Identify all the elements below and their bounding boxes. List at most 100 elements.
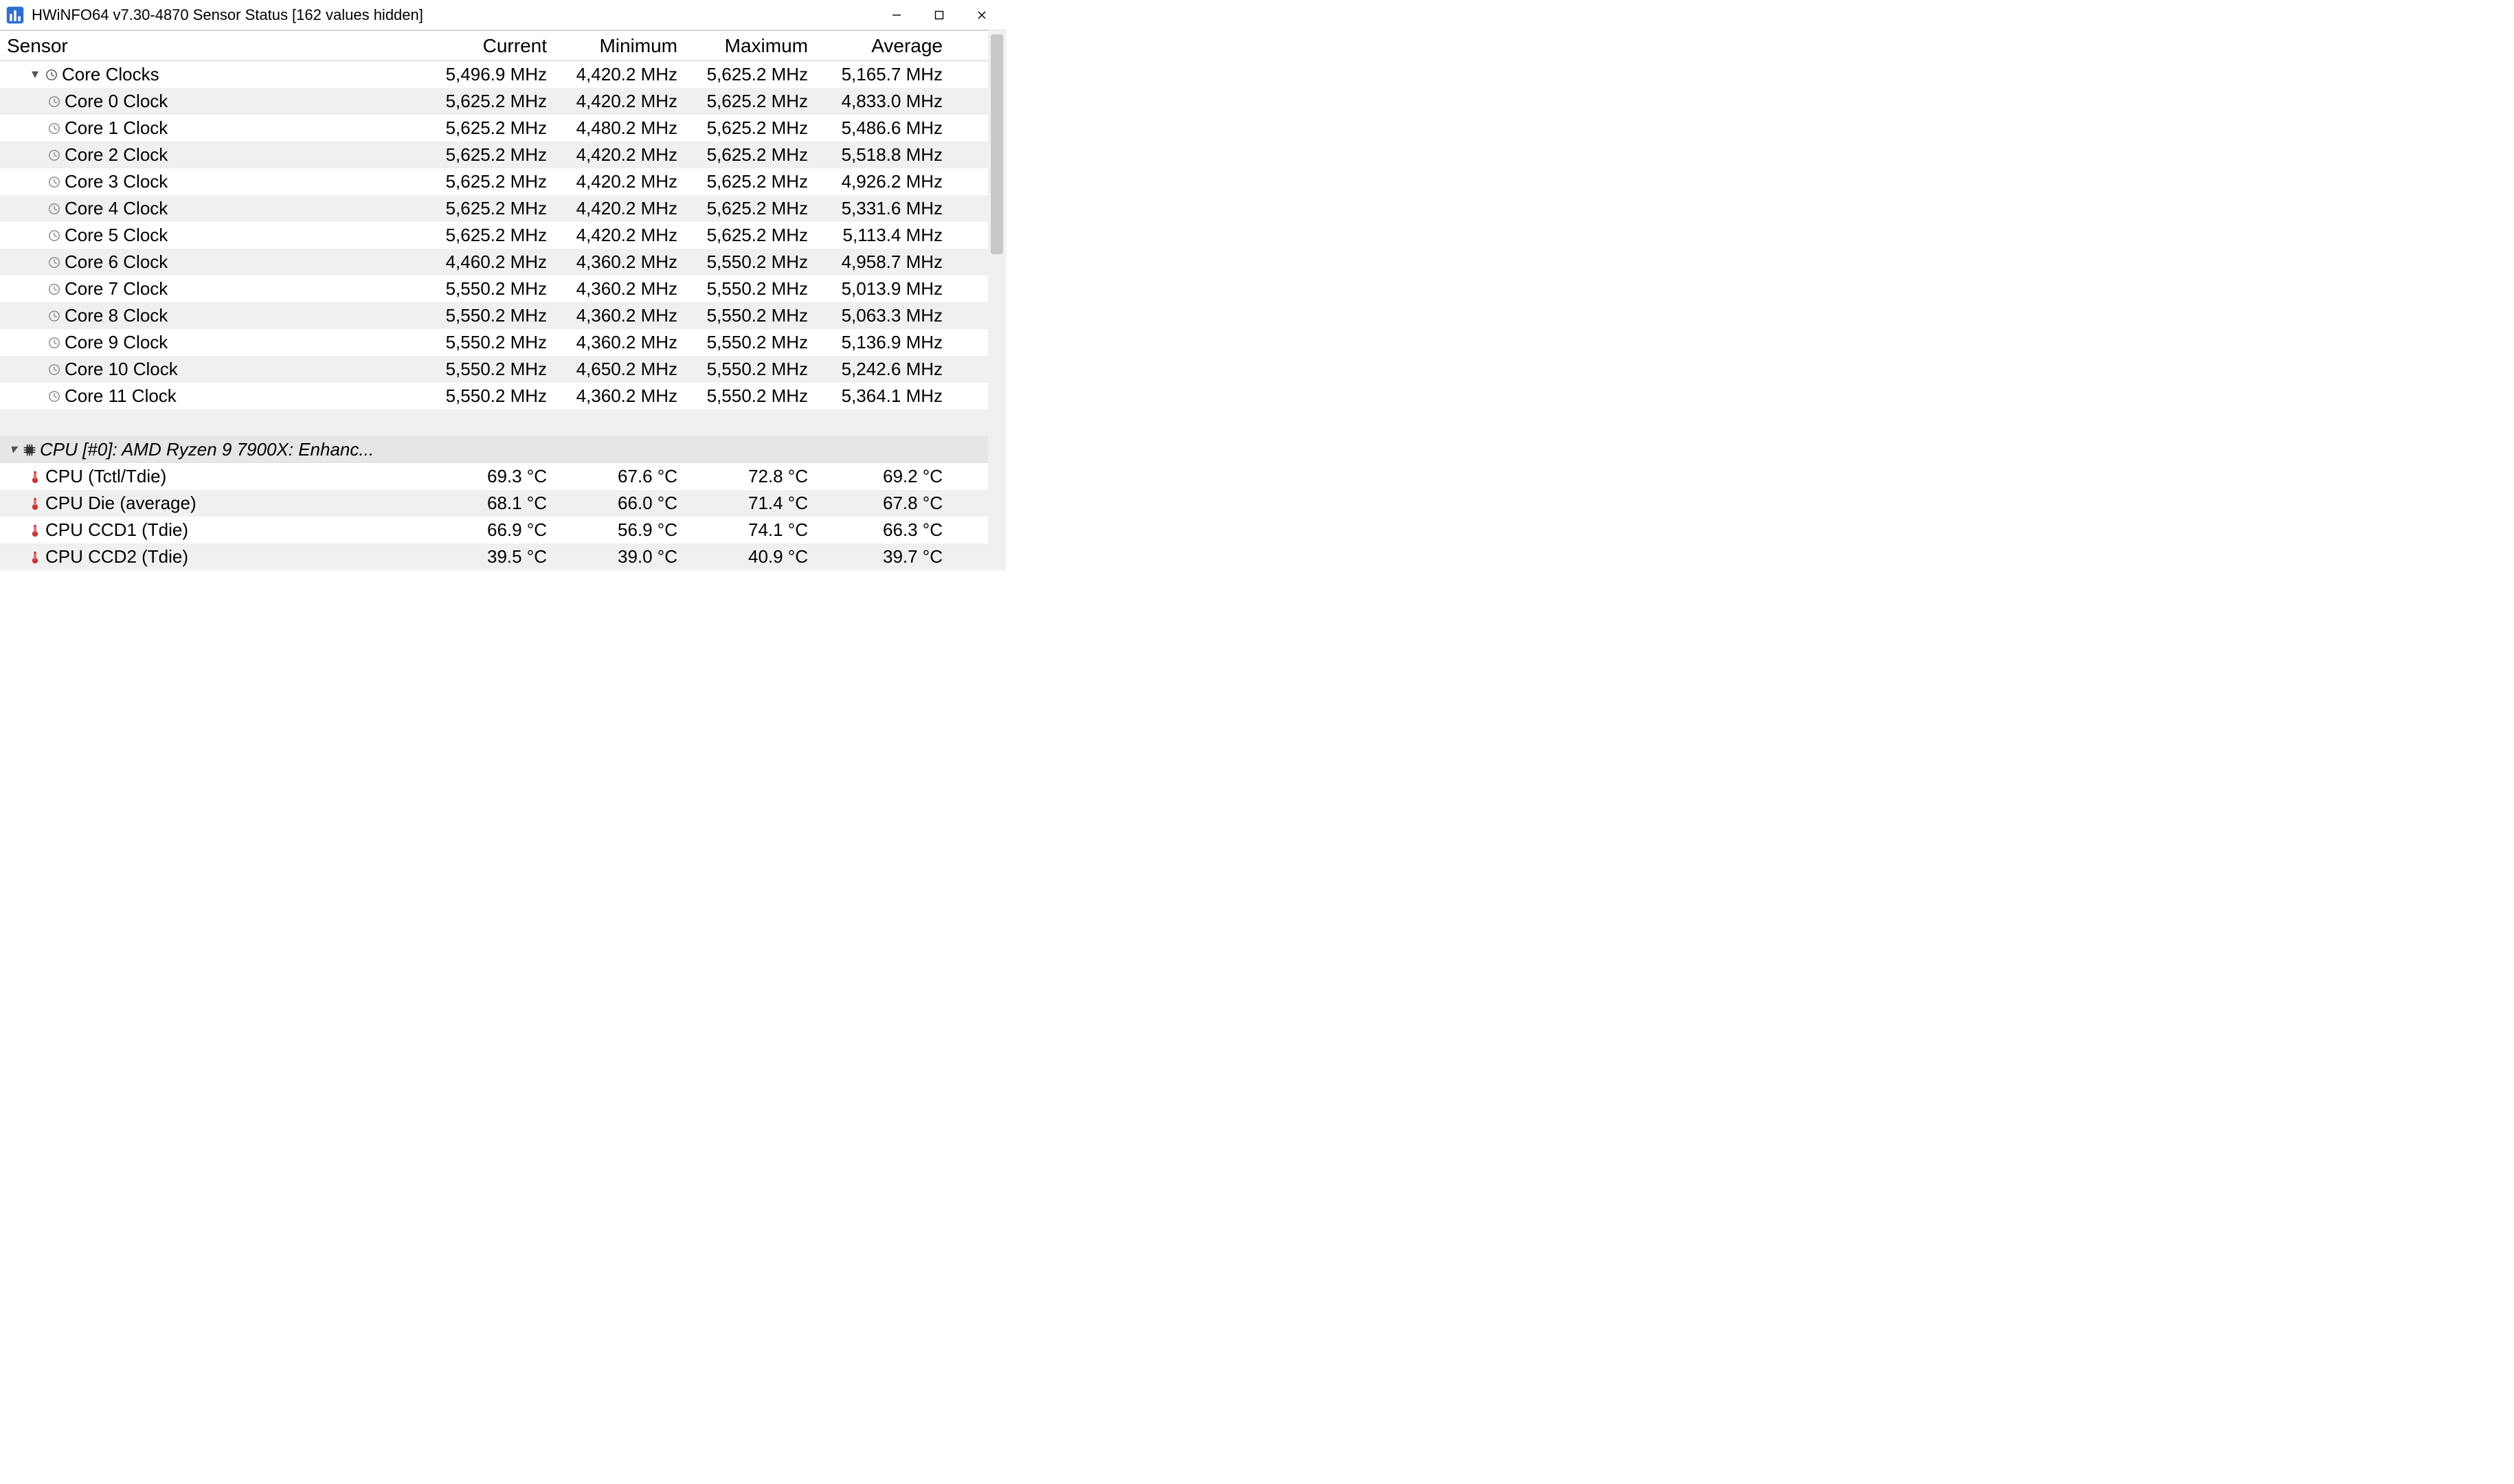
clock-icon [47,121,62,136]
cell-minimum: 4,650.2 MHz [561,356,691,383]
cell-current: 68.1 °C [430,490,561,517]
scrollbar-thumb[interactable] [991,34,1003,254]
sensor-label: Core 8 Clock [65,302,168,329]
minimize-button[interactable] [875,1,918,29]
clock-icon [47,228,62,243]
cell-current: 69.3 °C [430,463,561,490]
cell-maximum: 5,625.2 MHz [691,142,822,168]
sensor-row-temperature[interactable]: CPU CCD2 (Tdie)39.5 °C39.0 °C40.9 °C39.7… [0,543,988,570]
sensor-row-core-clock[interactable]: Core 8 Clock5,550.2 MHz4,360.2 MHz5,550.… [0,302,988,329]
cell-current: 5,550.2 MHz [430,302,561,329]
thermometer-icon [27,523,43,538]
close-button[interactable] [961,1,1003,29]
column-current[interactable]: Current [430,32,561,59]
cell-average: 66.3 °C [822,517,952,543]
cell-minimum: 39.0 °C [561,543,691,570]
cell-minimum: 4,360.2 MHz [561,329,691,356]
clock-icon [47,175,62,190]
sensor-row-temperature[interactable]: CPU Die (average)68.1 °C66.0 °C71.4 °C67… [0,490,988,517]
sensor-label: Core 1 Clock [65,115,168,142]
cell-minimum: 4,360.2 MHz [561,276,691,302]
sensor-label: Core 4 Clock [65,195,168,222]
column-maximum[interactable]: Maximum [691,32,822,59]
cell-maximum: 5,625.2 MHz [691,115,822,142]
sensor-label: CPU (Tctl/Tdie) [45,463,166,490]
cell-current: 5,550.2 MHz [430,356,561,383]
section-row-cpu-enhanced[interactable]: ▾ CPU [#0]: AMD Ryzen 9 7900X: Enhanc... [0,436,988,463]
sensor-row-core-clock[interactable]: Core 3 Clock5,625.2 MHz4,420.2 MHz5,625.… [0,168,988,195]
cell-current: 5,625.2 MHz [430,142,561,168]
sensor-row-core-clock[interactable]: Core 0 Clock5,625.2 MHz4,420.2 MHz5,625.… [0,88,988,115]
sensor-label: CPU CCD2 (Tdie) [45,543,188,570]
cell-maximum: 40.9 °C [691,543,822,570]
cell-minimum: 4,480.2 MHz [561,115,691,142]
clock-icon [47,94,62,109]
sensor-row-temperature[interactable]: CPU (Tctl/Tdie)69.3 °C67.6 °C72.8 °C69.2… [0,463,988,490]
cell-minimum: 4,420.2 MHz [561,61,691,88]
window-controls [875,1,1003,29]
cell-minimum: 4,420.2 MHz [561,168,691,195]
sensor-row-core-clock[interactable]: Core 7 Clock5,550.2 MHz4,360.2 MHz5,550.… [0,276,988,302]
sensor-table: Sensor Current Minimum Maximum Average ▾… [0,30,988,570]
sensor-row-core-clock[interactable]: Core 4 Clock 5,625.2 MHz4,420.2 MHz5,625.… [0,195,988,222]
cell-average: 5,063.3 MHz [822,302,952,329]
titlebar: HWiNFO64 v7.30-4870 Sensor Status [162 v… [0,0,1006,30]
cell-current: 5,550.2 MHz [430,383,561,409]
cell-current: 39.5 °C [430,543,561,570]
cell-average: 5,013.9 MHz [822,276,952,302]
clock-icon [47,148,62,163]
sensor-row-core-clock[interactable]: Core 2 Clock5,625.2 MHz4,420.2 MHz5,625.… [0,142,988,168]
window-title: HWiNFO64 v7.30-4870 Sensor Status [162 v… [32,6,875,24]
group-row-core-clocks[interactable]: ▾ Core Clocks 5,496.9 MHz 4,420.2 MHz 5,… [0,61,988,88]
cell-minimum: 4,420.2 MHz [561,195,691,222]
column-header-row[interactable]: Sensor Current Minimum Maximum Average [0,31,988,61]
sensor-row-temperature[interactable]: CPU CCD1 (Tdie)66.9 °C56.9 °C74.1 °C66.3… [0,517,988,543]
column-average[interactable]: Average [822,32,952,59]
cell-minimum: 4,420.2 MHz [561,142,691,168]
sensor-label: Core 9 Clock [65,329,168,356]
cell-maximum: 5,625.2 MHz [691,88,822,115]
vertical-scrollbar[interactable] [988,30,1006,570]
cell-minimum: 66.0 °C [561,490,691,517]
cell-current: 66.9 °C [430,517,561,543]
cell-average: 5,518.8 MHz [822,142,952,168]
cell-minimum: 4,420.2 MHz [561,88,691,115]
cell-maximum: 5,550.2 MHz [691,383,822,409]
cell-current: 5,496.9 MHz [430,61,561,88]
cell-current: 5,625.2 MHz [430,88,561,115]
column-sensor[interactable]: Sensor [0,32,430,59]
cell-average: 4,958.7 MHz [822,249,952,276]
cell-maximum: 5,550.2 MHz [691,302,822,329]
chevron-down-icon[interactable]: ▾ [5,436,21,463]
cell-maximum: 5,625.2 MHz [691,195,822,222]
clock-icon [47,362,62,377]
maximize-button[interactable] [918,1,961,29]
sensor-row-core-clock[interactable]: Core 5 Clock5,625.2 MHz4,420.2 MHz5,625.… [0,222,988,249]
spacer-row [0,409,988,436]
clock-icon [47,282,62,297]
cell-minimum: 67.6 °C [561,463,691,490]
thermometer-icon [27,550,43,565]
sensor-row-core-clock[interactable]: Core 9 Clock5,550.2 MHz4,360.2 MHz5,550.… [0,329,988,356]
column-minimum[interactable]: Minimum [561,32,691,59]
sensor-row-core-clock[interactable]: Core 6 Clock4,460.2 MHz4,360.2 MHz5,550.… [0,249,988,276]
sensor-label: Core 3 Clock [65,168,168,195]
cell-average: 5,331.6 MHz [822,195,952,222]
cell-maximum: 5,625.2 MHz [691,222,822,249]
cell-maximum: 5,550.2 MHz [691,249,822,276]
cell-current: 5,625.2 MHz [430,195,561,222]
cell-maximum: 5,550.2 MHz [691,276,822,302]
cell-average: 5,113.4 MHz [822,222,952,249]
sensor-label: CPU Die (average) [45,490,197,517]
sensor-row-core-clock[interactable]: Core 1 Clock5,625.2 MHz4,480.2 MHz5,625.… [0,115,988,142]
clock-icon [47,389,62,404]
sensor-row-core-clock[interactable]: Core 10 Clock5,550.2 MHz4,650.2 MHz5,550… [0,356,988,383]
chevron-down-icon[interactable]: ▾ [27,61,43,88]
sensor-row-core-clock[interactable]: Core 11 Clock5,550.2 MHz4,360.2 MHz5,550… [0,383,988,409]
cell-maximum: 5,550.2 MHz [691,356,822,383]
cell-maximum: 5,625.2 MHz [691,61,822,88]
sensor-label: Core 11 Clock [65,383,177,409]
cell-minimum: 56.9 °C [561,517,691,543]
thermometer-icon [27,469,43,484]
cell-average: 67.8 °C [822,490,952,517]
